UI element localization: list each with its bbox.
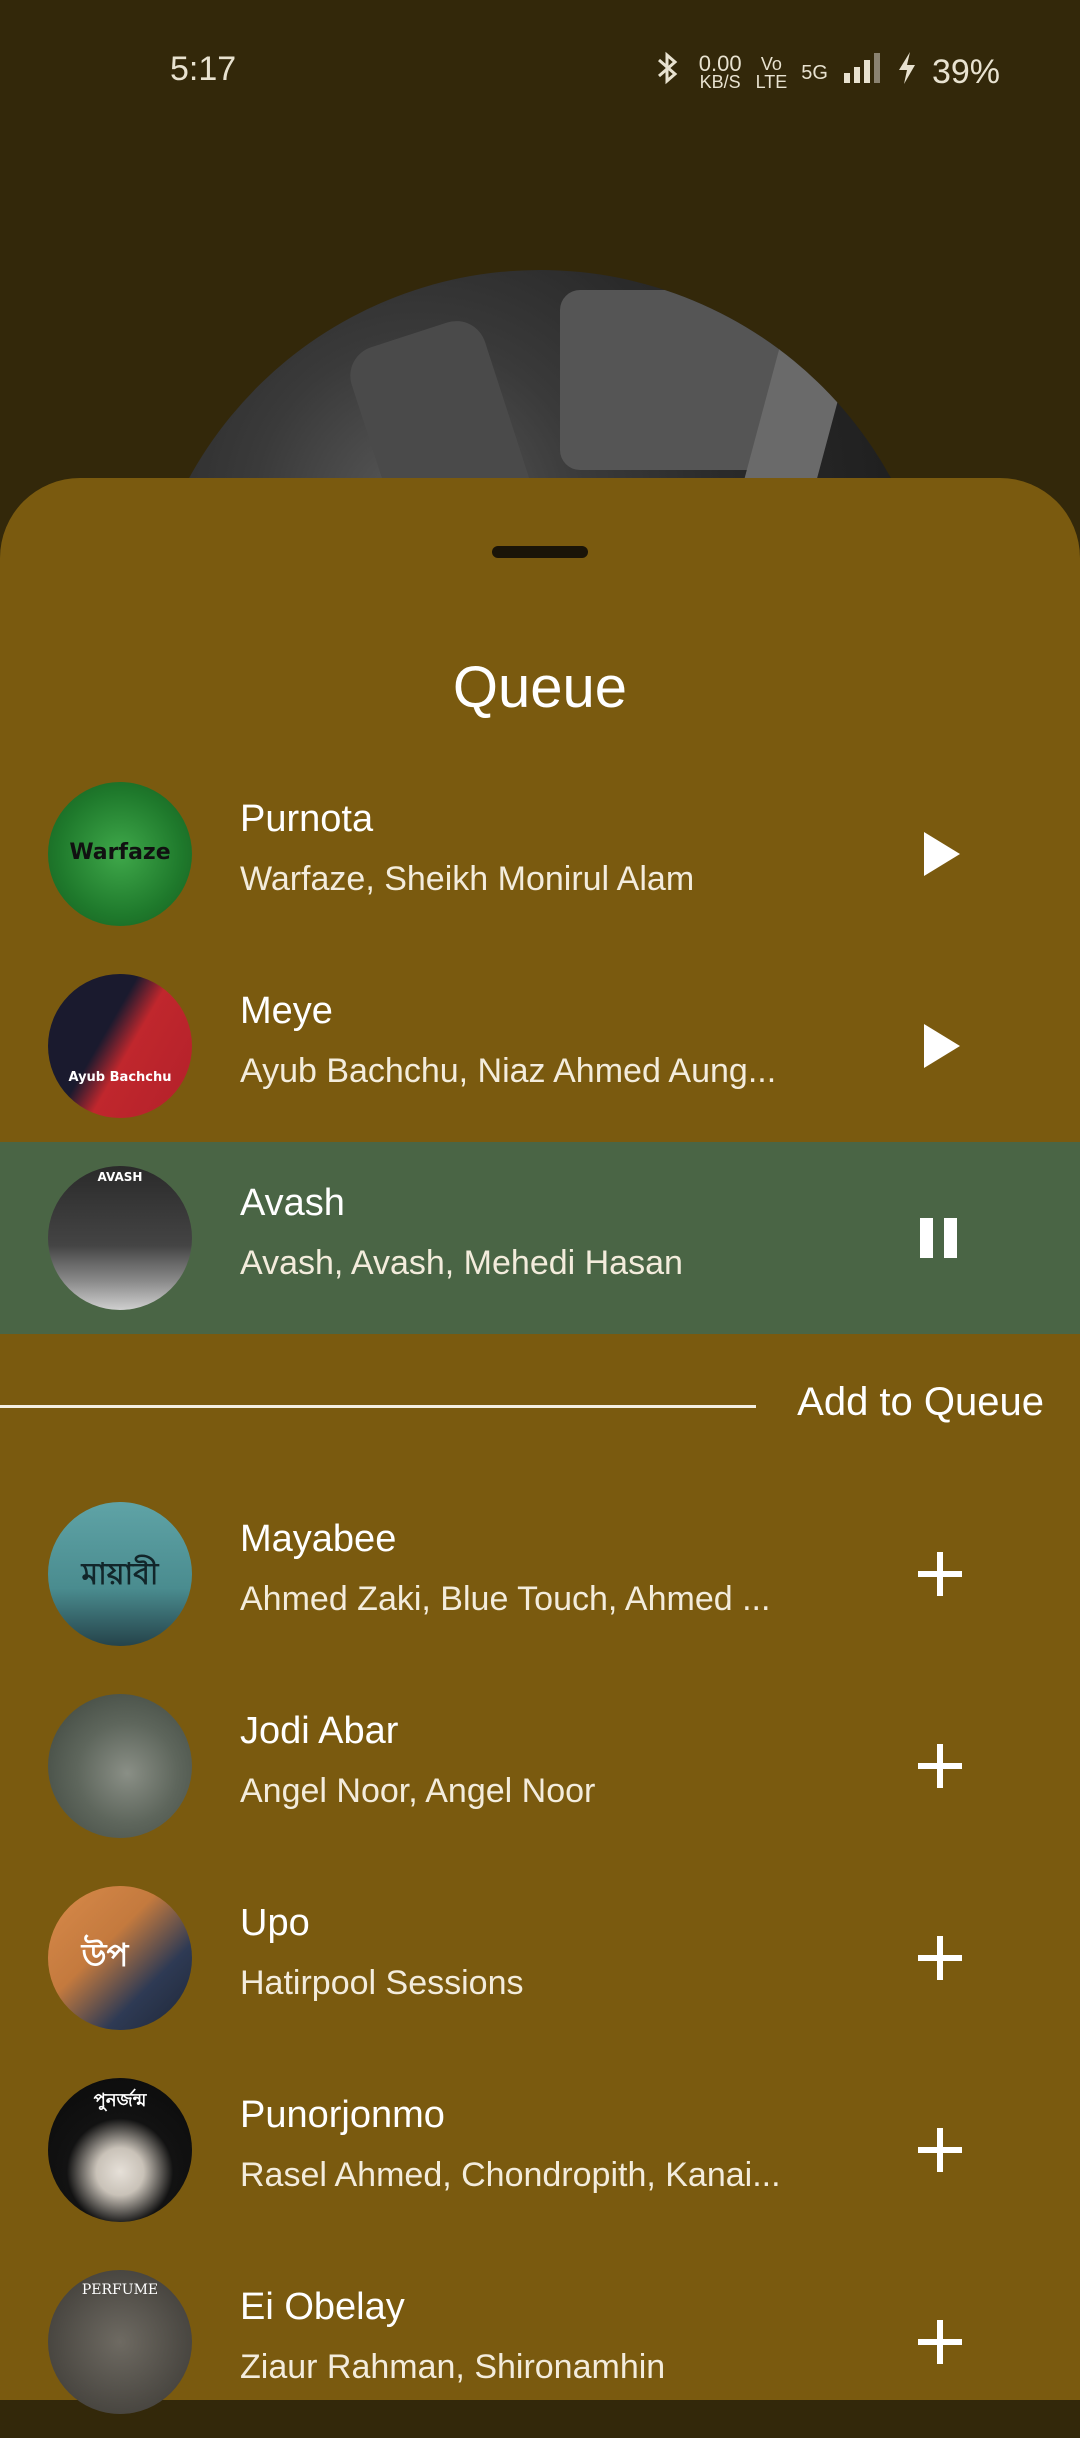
song-artist: Rasel Ahmed, Chondropith, Kanai... [240,2156,781,2194]
album-thumbnail: পুনর্জন্ম [48,2078,192,2222]
volte-bottom: LTE [755,71,788,92]
song-title: Upo [240,1902,310,1944]
signal-icon [842,51,882,94]
album-thumbnail [48,1694,192,1838]
song-title: Jodi Abar [240,1710,399,1752]
thumbnail-text: AVASH [97,1170,143,1184]
status-time: 5:17 [170,50,237,88]
song-artist: Ahmed Zaki, Blue Touch, Ahmed ... [240,1580,771,1618]
album-thumbnail: PERFUME [48,2270,192,2414]
queue-item[interactable]: Ayub Bachchu Meye Ayub Bachchu, Niaz Ahm… [0,950,1080,1142]
thumbnail-text: মায়াবী [81,1557,159,1592]
suggestion-item[interactable]: Jodi Abar Angel Noor, Angel Noor [0,1670,1080,1862]
song-artist: Hatirpool Sessions [240,1964,524,2002]
song-artist: Ziaur Rahman, Shironamhin [240,2348,666,2386]
plus-icon [918,1936,962,1980]
song-title: Mayabee [240,1518,397,1560]
thumbnail-text: পুনর্জন্ম [93,2090,147,2111]
add-button[interactable] [900,1726,980,1806]
song-title: Avash [240,1182,345,1224]
suggestion-item[interactable]: উপ Upo Hatirpool Sessions [0,1862,1080,2054]
volte-top: Vo [760,53,782,74]
add-to-queue-label: Add to Queue [797,1380,1044,1424]
album-thumbnail: মায়াবী [48,1502,192,1646]
song-artist: Angel Noor, Angel Noor [240,1772,596,1810]
play-icon [924,1024,960,1068]
status-bar: 5:17 0.00 KB/S Vo LTE 5G 39% [0,0,1080,150]
album-thumbnail: Warfaze [48,782,192,926]
add-button[interactable] [900,2110,980,2190]
album-thumbnail: Ayub Bachchu [48,974,192,1118]
add-button[interactable] [900,1918,980,1998]
net-speed: 0.00 KB/S [698,50,742,92]
add-button[interactable] [900,1534,980,1614]
plus-icon [918,2128,962,2172]
queue-sheet: Queue Warfaze Purnota Warfaze, Sheikh Mo… [0,478,1080,2414]
bluetooth-icon [651,50,685,95]
song-title: Ei Obelay [240,2286,405,2328]
thumbnail-text: PERFUME [81,2282,159,2298]
song-artist: Avash, Avash, Mehedi Hasan [240,1244,683,1282]
network-type: 5G [801,61,828,84]
volte-indicator: Vo LTE [756,55,788,91]
play-button[interactable] [900,1006,980,1086]
song-artist: Ayub Bachchu, Niaz Ahmed Aung... [240,1052,777,1090]
suggestion-item[interactable]: মায়াবী Mayabee Ahmed Zaki, Blue Touch, … [0,1478,1080,1670]
net-speed-value: 0.00 [698,50,742,76]
add-button[interactable] [900,2302,980,2382]
status-icons: 0.00 KB/S Vo LTE 5G 39% [651,50,1000,95]
song-title: Purnota [240,798,374,840]
queue-item[interactable]: Warfaze Purnota Warfaze, Sheikh Monirul … [0,758,1080,950]
song-artist: Warfaze, Sheikh Monirul Alam [240,860,695,898]
pause-icon [920,1218,957,1258]
section-divider [0,1405,756,1408]
album-thumbnail: উপ [48,1886,192,2030]
drag-handle[interactable] [492,546,588,558]
song-title: Meye [240,990,333,1032]
battery-percent: 39% [931,53,1000,91]
plus-icon [918,1552,962,1596]
thumbnail-text: উপ [81,1936,129,1974]
charging-icon [896,50,918,95]
queue-item-current[interactable]: AVASH Avash Avash, Avash, Mehedi Hasan [0,1142,1080,1334]
plus-icon [918,2320,962,2364]
thumbnail-text: Ayub Bachchu [68,1070,172,1085]
song-title: Punorjonmo [240,2094,445,2136]
suggestion-item[interactable]: PERFUME Ei Obelay Ziaur Rahman, Shironam… [0,2246,1080,2438]
play-icon [924,832,960,876]
plus-icon [918,1744,962,1788]
net-speed-unit: KB/S [699,71,741,92]
suggestion-item[interactable]: পুনর্জন্ম Punorjonmo Rasel Ahmed, Chondr… [0,2054,1080,2246]
album-thumbnail: AVASH [48,1166,192,1310]
pause-button[interactable] [900,1198,980,1278]
thumbnail-text: Warfaze [69,840,171,865]
play-button[interactable] [900,814,980,894]
queue-title: Queue [452,655,628,720]
